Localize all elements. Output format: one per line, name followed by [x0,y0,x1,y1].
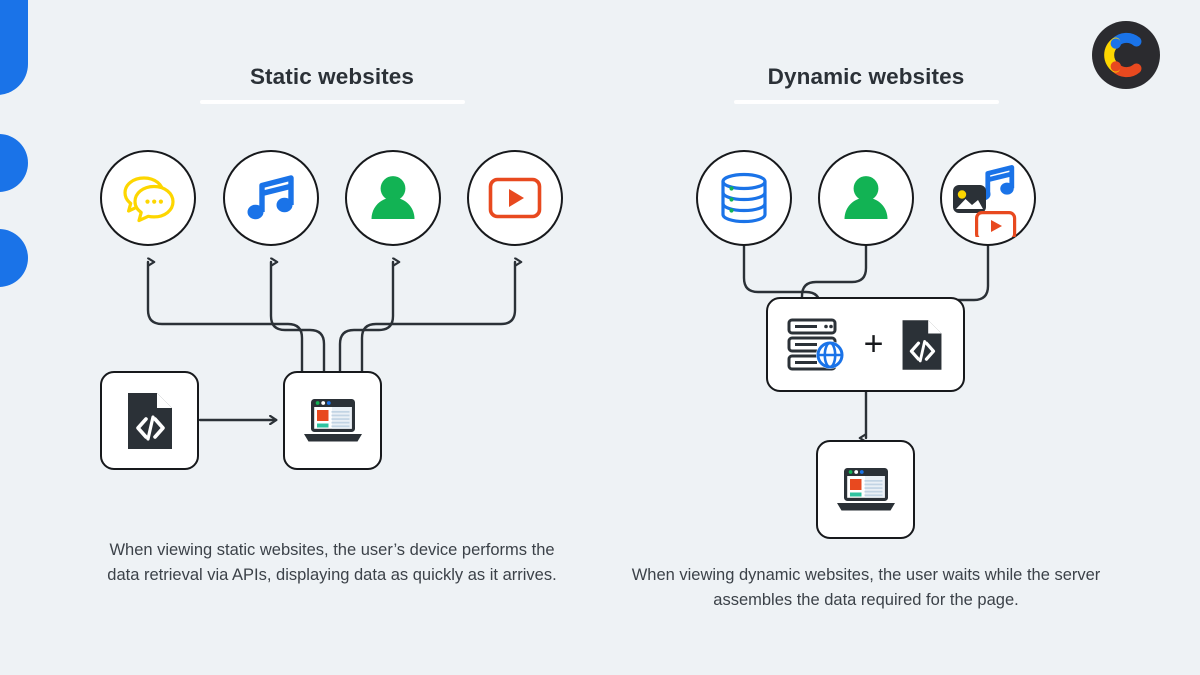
caption-static: When viewing static websites, the user’s… [107,541,557,584]
music-note-icon [247,175,294,220]
media-bundle-icon [953,165,1017,237]
code-file-icon [127,392,172,449]
section-title-dynamic: Dynamic websites [767,64,965,89]
static-code-file-box[interactable] [100,371,199,470]
contentful-c-logo-icon [1104,32,1142,78]
decorative-blob-bottom [0,229,28,287]
caption-dynamic: When viewing dynamic websites, the user … [631,566,1101,609]
dynamic-device-box[interactable] [816,440,915,539]
wire-device-to-chat [146,262,304,379]
node-circle-user-dynamic[interactable] [818,150,914,246]
section-rule-dynamic [734,100,999,104]
section-rule-static [200,100,465,104]
server-combo: + [786,317,946,373]
user-person-icon [371,176,415,219]
server-globe-icon [787,318,844,370]
wire-device-to-video [360,262,515,379]
decorative-blob-middle [0,134,28,192]
chat-bubbles-icon [123,176,175,223]
laptop-browser-icon [836,467,895,510]
plus-sign: + [863,324,884,363]
video-play-icon [488,177,542,219]
contentful-logo [1092,21,1160,89]
user-person-icon [844,176,888,219]
code-file-icon [902,319,942,370]
section-title-static: Static websites [249,64,415,89]
node-circle-database[interactable] [696,150,792,246]
dynamic-server-box[interactable]: + [766,297,965,392]
wire-device-to-music [269,262,326,379]
node-circle-music[interactable] [223,150,319,246]
node-circle-media[interactable] [940,150,1036,246]
node-circle-video[interactable] [467,150,563,246]
database-icon [721,172,767,224]
laptop-browser-icon [303,398,362,441]
decorative-blob-top [0,0,28,95]
node-circle-user[interactable] [345,150,441,246]
node-circle-chat[interactable] [100,150,196,246]
wire-device-to-user [338,262,393,379]
diagram-canvas: Static websites Dynamic websites + When … [0,0,1200,675]
static-device-box[interactable] [283,371,382,470]
